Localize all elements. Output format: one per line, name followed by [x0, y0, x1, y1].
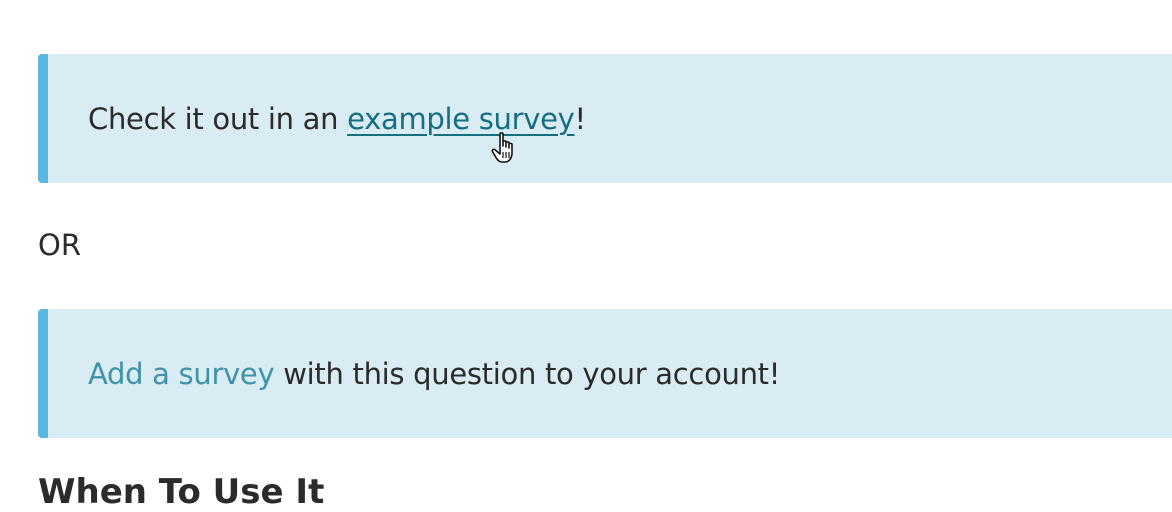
- add-survey-suffix-text: with this question to your account!: [274, 356, 781, 391]
- section-heading: When To Use It: [38, 472, 325, 512]
- add-survey-link[interactable]: Add a survey: [88, 357, 275, 391]
- example-survey-link[interactable]: example survey: [347, 102, 575, 136]
- callout-suffix-text: !: [574, 101, 587, 136]
- or-separator: OR: [38, 228, 81, 262]
- add-survey-callout: Add a survey with this question to your …: [38, 309, 1172, 438]
- callout-prefix-text: Check it out in an: [88, 101, 348, 136]
- example-survey-callout: Check it out in an example survey!: [38, 54, 1172, 183]
